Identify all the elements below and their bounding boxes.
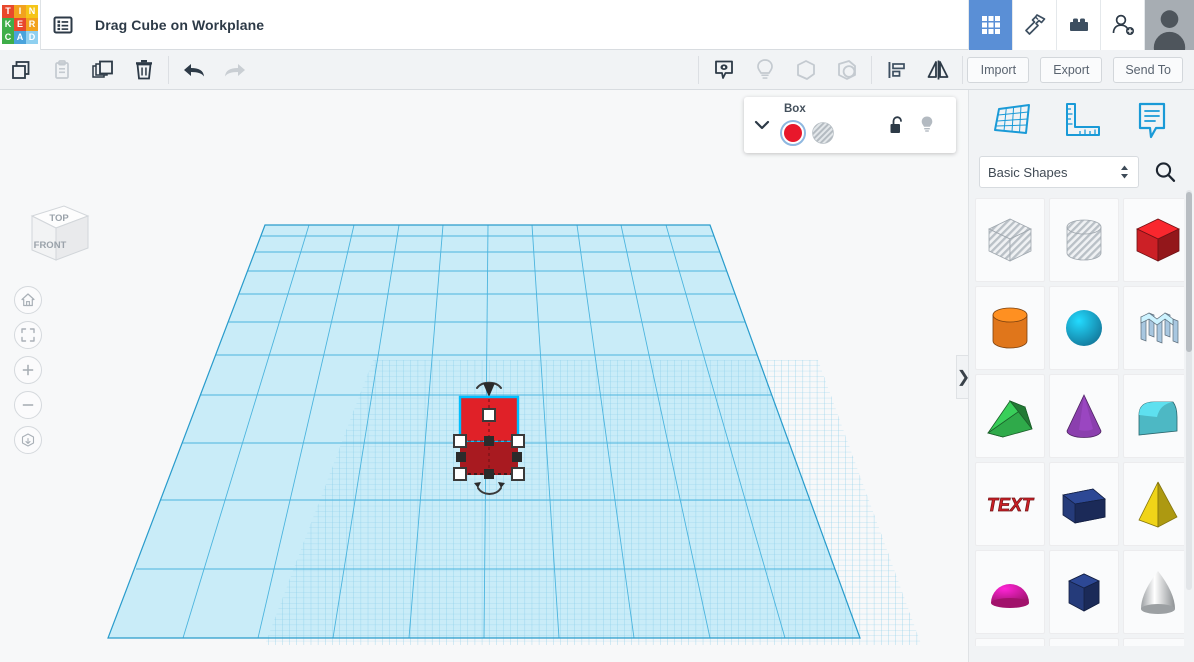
align-icon[interactable] [876, 50, 917, 89]
ruler-tool-icon[interactable] [1053, 95, 1109, 147]
shape-item-ramp[interactable] [1049, 462, 1119, 546]
toolbar-separator-1 [168, 55, 169, 84]
logo-row: KER [2, 18, 38, 31]
logo-letter-t: T [2, 5, 14, 18]
paste-icon[interactable] [41, 50, 82, 89]
top-header-bar: TINKERCAD Drag Cube on Workplane [0, 0, 1194, 50]
workplane-tool-icon[interactable] [984, 95, 1040, 147]
shape-item-pyramid[interactable] [1123, 462, 1184, 546]
import-button[interactable]: Import [967, 56, 1030, 83]
shape-category-value: Basic Shapes [988, 164, 1068, 180]
tinkercad-app: TINKERCAD Drag Cube on Workplane Import … [0, 0, 1194, 662]
shape-item-hexagonal-prism[interactable] [1049, 550, 1119, 634]
delete-icon[interactable] [123, 50, 164, 89]
shape-item-hole-box[interactable] [975, 198, 1045, 282]
workplane-canvas[interactable]: Workplane TOP FRONT [0, 90, 968, 662]
chevron-updown-icon [1120, 165, 1129, 179]
shapes-side-panel: Basic Shapes TEXT [968, 90, 1194, 662]
shape-item-cylinder[interactable] [975, 286, 1045, 370]
solid-color-fill [784, 124, 802, 142]
shape-library-grid: TEXT [975, 198, 1184, 646]
inspector-main: Box [780, 97, 872, 153]
redo-icon[interactable] [214, 50, 255, 89]
shape-item-torus[interactable] [975, 638, 1045, 646]
user-avatar[interactable] [1144, 0, 1194, 50]
undo-icon[interactable] [173, 50, 214, 89]
ungroup-icon[interactable] [826, 50, 867, 89]
view-nav-buttons [14, 286, 42, 461]
svg-text:TEXT: TEXT [987, 495, 1035, 515]
home-view-icon[interactable] [14, 286, 42, 314]
selected-object-box[interactable] [450, 375, 530, 495]
viewcube-front-label: FRONT [34, 240, 67, 251]
logo-letter-i: I [14, 5, 26, 18]
hole-swatch[interactable] [812, 122, 834, 144]
logo-letter-e: E [14, 18, 26, 31]
logo-row: TIN [2, 5, 38, 18]
inspector-right-icons [882, 115, 956, 135]
zoom-in-icon[interactable] [14, 356, 42, 384]
mirror-icon[interactable] [917, 50, 958, 89]
export-button[interactable]: Export [1040, 56, 1103, 83]
add-person-icon[interactable] [1100, 0, 1144, 50]
toolbar-separator-3 [871, 55, 873, 84]
search-icon[interactable] [1146, 156, 1184, 188]
viewcube-top-label: TOP [49, 213, 69, 224]
logo-letter-d: D [26, 31, 38, 44]
solid-color-swatch[interactable] [780, 120, 806, 146]
logo-letter-n: N [26, 5, 38, 18]
shape-item-half-sphere[interactable] [975, 550, 1045, 634]
inspector-title: Box [784, 103, 806, 115]
logo-letter-r: R [26, 18, 38, 31]
unlock-icon[interactable] [882, 115, 912, 135]
toolbar-object-tools: Import Export Send To [694, 50, 1194, 89]
toolbar-separator-4 [962, 55, 964, 84]
hammer-icon[interactable] [1012, 0, 1056, 50]
shape-item-hole-cylinder[interactable] [1049, 198, 1119, 282]
shape-item-sphere[interactable] [1049, 286, 1119, 370]
shape-item-round-roof[interactable] [1123, 374, 1184, 458]
shape-item-tube[interactable] [1049, 638, 1119, 646]
send-to-button[interactable]: Send To [1113, 56, 1183, 83]
logo-letter-k: K [2, 18, 14, 31]
zoom-out-icon[interactable] [14, 391, 42, 419]
shape-item-text[interactable]: TEXT [975, 462, 1045, 546]
panel-search-row: Basic Shapes [969, 152, 1194, 192]
shape-item-box[interactable] [1123, 198, 1184, 282]
brick-icon[interactable] [1056, 0, 1100, 50]
lightbulb-icon[interactable] [744, 50, 785, 89]
duplicate-icon[interactable] [82, 50, 123, 89]
fit-to-view-icon[interactable] [14, 321, 42, 349]
logo-row: CAD [2, 31, 38, 44]
grid-view-icon[interactable] [968, 0, 1012, 50]
shape-category-select[interactable]: Basic Shapes [979, 156, 1139, 188]
copy-icon[interactable] [0, 50, 41, 89]
panel-scrollbar-thumb[interactable] [1186, 192, 1192, 352]
shape-item-paraboloid[interactable] [1123, 550, 1184, 634]
height-handle-arrow [476, 381, 502, 397]
panel-tool-tabs [969, 90, 1194, 152]
shape-item-rounded-box[interactable] [1123, 638, 1184, 646]
note-icon[interactable] [703, 50, 744, 89]
header-right-controls [968, 0, 1194, 50]
shape-inspector-panel: Box [744, 97, 956, 153]
view-cube[interactable]: TOP FRONT [14, 198, 92, 270]
document-menu-button[interactable] [41, 0, 85, 50]
toolbar-separator-2 [698, 55, 700, 84]
rotate-handle-arrow [474, 482, 505, 495]
tinkercad-logo[interactable]: TINKERCAD [0, 0, 40, 50]
chevron-down-icon[interactable] [744, 118, 780, 132]
lightbulb-icon[interactable] [912, 115, 942, 135]
logo-letter-a: A [14, 31, 26, 44]
perspective-toggle-icon[interactable] [14, 426, 42, 454]
group-icon[interactable] [785, 50, 826, 89]
shape-item-cone[interactable] [1049, 374, 1119, 458]
shape-item-wedge-roof[interactable] [975, 374, 1045, 458]
document-title: Drag Cube on Workplane [95, 16, 265, 33]
note-tool-icon[interactable] [1123, 95, 1179, 147]
main-toolbar: Import Export Send To [0, 50, 1194, 90]
shape-item-scribble[interactable] [1123, 286, 1184, 370]
logo-letter-c: C [2, 31, 14, 44]
